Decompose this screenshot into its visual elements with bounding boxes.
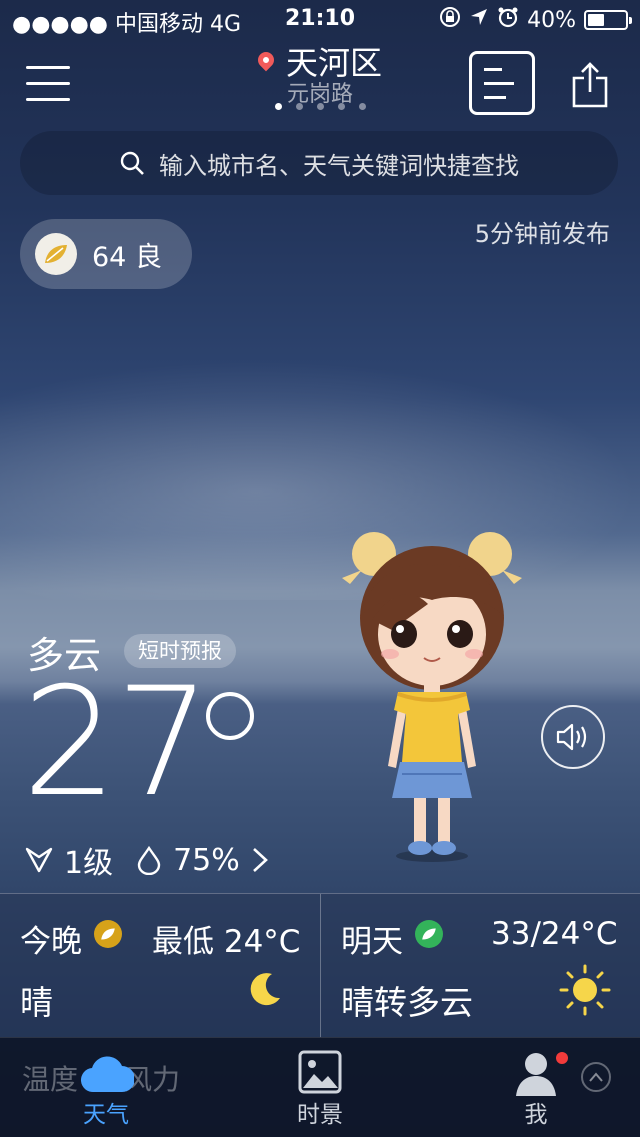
status-bar: ●●●●● 中国移动 4G 21:10 40%: [0, 0, 640, 40]
published-time: 5分钟前发布: [474, 220, 610, 248]
page-dot: [337, 103, 345, 110]
tab-weather[interactable]: 天气: [46, 1038, 166, 1137]
page-dot: [358, 103, 366, 110]
forecast-tomorrow[interactable]: 明天 33/24°C 晴转多云: [321, 894, 640, 1038]
chevron-right-icon: [252, 848, 268, 872]
tab-me-label: 我: [524, 1102, 548, 1128]
page-dot: [274, 103, 282, 110]
tonight-low: 最低 24°C: [152, 924, 301, 960]
user-icon: [514, 1050, 560, 1100]
tonight-aqi-icon: [94, 920, 122, 948]
humidity-drop-icon: [137, 845, 161, 875]
speaker-icon: [556, 723, 587, 751]
leaf-icon: [35, 233, 77, 275]
share-icon[interactable]: [572, 62, 608, 108]
battery-percent: 40%: [527, 7, 576, 33]
moon-icon: [246, 970, 284, 1016]
background-haze: [0, 360, 640, 600]
tomorrow-range: 33/24°C: [491, 916, 618, 952]
current-temperature: 27: [22, 656, 211, 830]
tomorrow-condition: 晴转多云: [341, 983, 473, 1022]
battery-icon: [584, 10, 632, 30]
tab-me[interactable]: 我: [476, 1038, 596, 1137]
tab-scenery-label: 时景: [297, 1102, 343, 1128]
aqi-badge[interactable]: 64 良: [20, 219, 192, 289]
page-indicator: [0, 103, 640, 110]
lock-icon: [439, 6, 461, 34]
status-right: 40%: [439, 6, 632, 34]
location-pin-icon: [254, 48, 278, 72]
sun-icon: [557, 962, 613, 1026]
search-bar[interactable]: 输入城市名、天气关键词快捷查找: [20, 131, 618, 195]
page-dot: [295, 103, 303, 110]
chevron-up-icon: [589, 1072, 603, 1082]
tonight-title: 今晚: [20, 924, 82, 960]
scroll-up-button[interactable]: [581, 1062, 611, 1092]
cloud-icon: [80, 1052, 135, 1098]
tomorrow-aqi-icon: [415, 920, 443, 948]
alarm-icon: [497, 6, 519, 34]
tab-scenery[interactable]: 时景: [260, 1038, 380, 1137]
tonight-condition: 晴: [20, 983, 53, 1022]
tomorrow-title: 明天: [341, 924, 403, 960]
search-icon: [120, 151, 144, 175]
wind-direction-icon: [25, 847, 53, 873]
forecast-tonight[interactable]: 今晚 最低 24°C 晴: [0, 894, 320, 1038]
tab-bar: 温度 风力 天气 时景 我: [0, 1037, 640, 1137]
wind-level: 1级: [64, 846, 114, 881]
forecast-panel: 今晚 最低 24°C 晴 明天 33/24°C 晴转多云: [0, 893, 640, 1038]
tab-weather-label: 天气: [83, 1102, 129, 1128]
aqi-label: 64 良: [92, 241, 162, 273]
humidity-value: 75%: [173, 842, 240, 878]
notification-dot: [556, 1052, 568, 1064]
page-dot: [316, 103, 324, 110]
character-illustration[interactable]: [332, 530, 532, 870]
wind-humidity-row[interactable]: 1级 75%: [24, 838, 270, 882]
search-placeholder: 输入城市名、天气关键词快捷查找: [159, 151, 519, 180]
photo-icon: [298, 1050, 342, 1098]
degree-symbol: [206, 692, 254, 740]
location-arrow-icon: [469, 7, 489, 33]
news-icon[interactable]: [469, 51, 535, 115]
voice-broadcast-button[interactable]: [541, 705, 605, 769]
